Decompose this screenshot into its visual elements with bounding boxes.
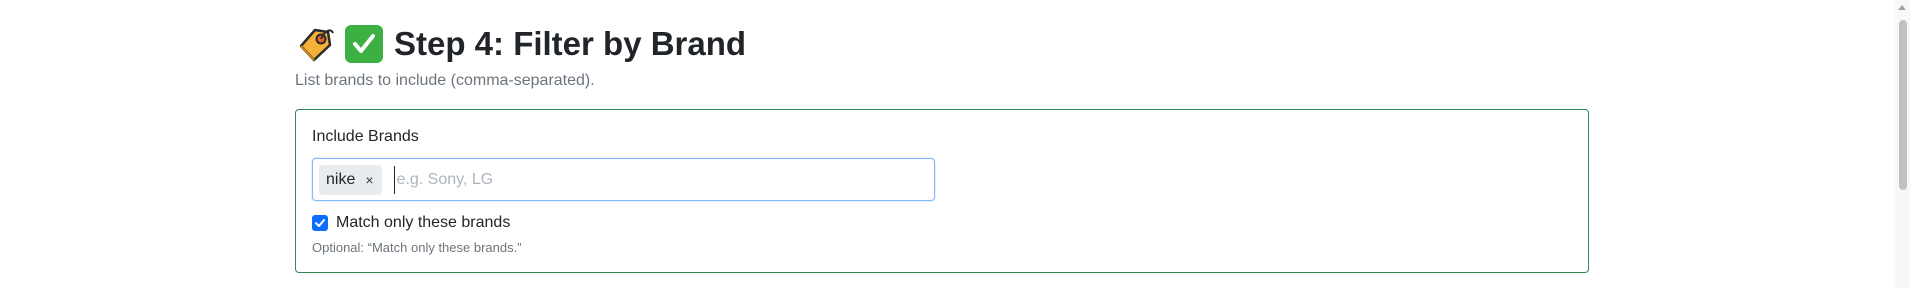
- match-only-label: Match only these brands: [336, 214, 511, 231]
- scroll-up-arrow-icon[interactable]: [1898, 5, 1906, 10]
- page: Step 4: Filter by Brand List brands to i…: [0, 0, 1910, 288]
- brand-filter-card: Include Brands nike × Match only these b…: [295, 109, 1589, 273]
- match-only-help-text: Optional: “Match only these brands.”: [312, 240, 522, 255]
- check-mark-button-icon: [345, 25, 383, 63]
- brand-chip: nike ×: [319, 164, 382, 195]
- remove-chip-icon[interactable]: ×: [365, 173, 373, 187]
- vertical-scrollbar[interactable]: [1895, 0, 1910, 288]
- page-subtitle: List brands to include (comma-separated)…: [295, 72, 595, 89]
- brand-chip-label: nike: [326, 170, 356, 188]
- label-tag-icon: [295, 24, 335, 64]
- include-brands-label: Include Brands: [312, 128, 419, 145]
- checkmark-icon: [315, 219, 325, 227]
- brand-tag-input[interactable]: nike ×: [312, 158, 935, 201]
- step-header: Step 4: Filter by Brand: [295, 22, 746, 66]
- page-title: Step 4: Filter by Brand: [394, 25, 747, 62]
- match-only-checkbox-row[interactable]: Match only these brands: [312, 214, 510, 232]
- brand-search-input[interactable]: [393, 165, 817, 194]
- match-only-checkbox[interactable]: [312, 215, 328, 231]
- scrollbar-thumb[interactable]: [1899, 20, 1907, 190]
